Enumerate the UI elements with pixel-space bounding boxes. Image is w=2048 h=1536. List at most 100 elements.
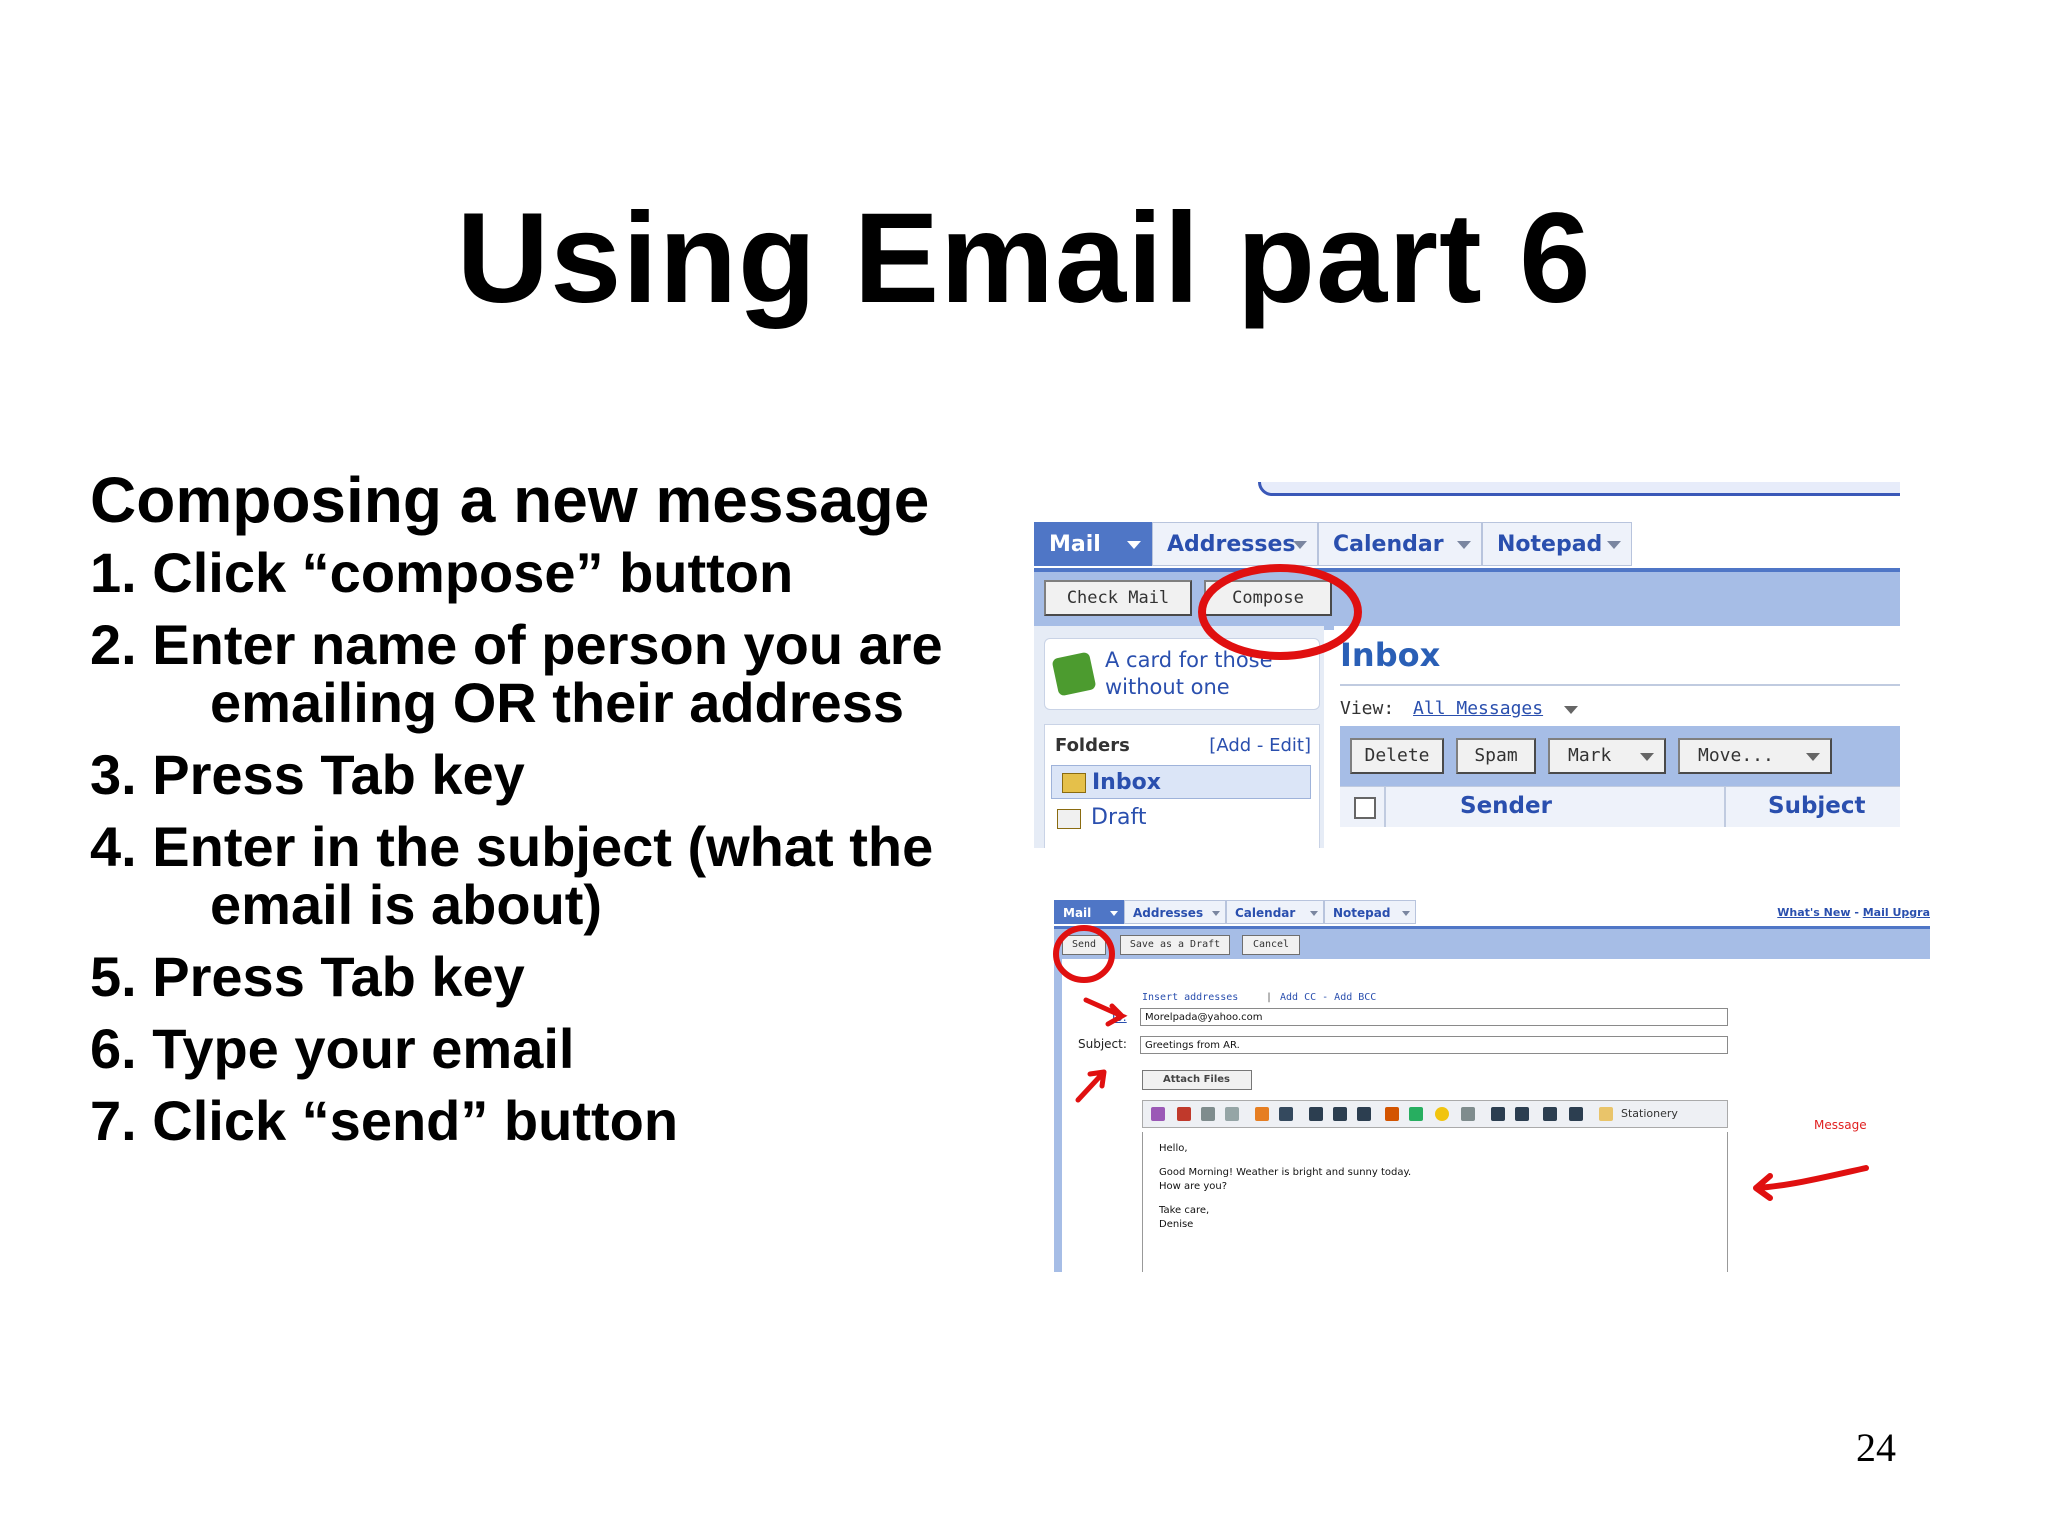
cut-icon[interactable] [1177,1107,1191,1121]
to-field[interactable]: Morelpada@yahoo.com [1140,1008,1728,1026]
steps-heading: Composing a new message [90,464,930,536]
step-text: Click “compose” button [152,541,794,604]
mark-button[interactable]: Mark [1548,738,1666,774]
step-text: Enter name of person you are [152,613,943,676]
highlight-icon[interactable] [1409,1107,1423,1121]
formatting-toolbar: Stationery [1142,1100,1728,1128]
check-mail-button[interactable]: Check Mail [1044,580,1192,616]
folder-inbox[interactable]: Inbox [1051,765,1311,799]
folder-icon [1062,773,1086,793]
tab-label: Mail [1049,532,1101,557]
chevron-down-icon [1457,541,1471,549]
message-body[interactable]: Hello, Good Morning! Weather is bright a… [1142,1132,1728,1272]
step-number: 5. [90,945,137,1008]
image-icon[interactable] [1461,1107,1475,1121]
indent-icon[interactable] [1569,1107,1583,1121]
left-rail [1054,959,1062,1272]
column-subject[interactable]: Subject [1768,793,1866,819]
folders-edit-link[interactable]: [Add - Edit] [1209,735,1311,756]
list-icon[interactable] [1515,1107,1529,1121]
step-item: 2. Enter name of person you are emailing … [90,616,1020,732]
to-label[interactable]: To: [1110,1010,1127,1024]
message-label: Message [1814,1118,1867,1132]
step-item: 3. Press Tab key [90,746,1020,804]
body-line: Good Morning! Weather is bright and sunn… [1159,1167,1412,1178]
tab-addresses[interactable]: Addresses [1124,900,1226,924]
tab-addresses[interactable]: Addresses [1152,522,1318,566]
body-gap [1159,1194,1711,1204]
tab-label: Notepad [1333,906,1391,920]
tab-label: Mail [1063,906,1092,920]
message-actions-bar: Delete Spam Mark Move... [1340,726,1900,786]
tab-label: Calendar [1333,532,1444,557]
column-sender[interactable]: Sender [1460,793,1552,819]
step-item: 4. Enter in the subject (what the email i… [90,818,1020,934]
cancel-button[interactable]: Cancel [1242,935,1300,955]
save-draft-button[interactable]: Save as a Draft [1120,935,1230,955]
font-icon[interactable] [1255,1107,1269,1121]
chevron-down-icon [1127,541,1141,549]
tab-label: Notepad [1497,532,1603,557]
view-dropdown[interactable]: All Messages [1413,698,1543,719]
button-label: Mark [1568,745,1612,766]
message-column-header: Sender Subject [1340,786,1900,827]
tab-notepad[interactable]: Notepad [1324,900,1416,924]
page-number: 24 [1856,1425,1896,1470]
step-text: Click “send” button [152,1089,679,1152]
subject-field[interactable]: Greetings from AR. [1140,1036,1728,1054]
mail-toolbar: Check Mail Compose [1034,568,1900,630]
outdent-icon[interactable] [1543,1107,1557,1121]
spam-button[interactable]: Spam [1456,738,1536,774]
folder-label: Draft [1091,805,1147,830]
column-separator [1384,787,1386,827]
italic-icon[interactable] [1333,1107,1347,1121]
attach-files-button[interactable]: Attach Files [1142,1070,1252,1090]
send-button[interactable]: Send [1062,935,1106,955]
add-cc-link[interactable]: Add CC - Add BCC [1280,992,1376,1003]
step-number: 7. [90,1089,137,1152]
step-item: 5. Press Tab key [90,948,1020,1006]
tab-notepad[interactable]: Notepad [1482,522,1632,566]
font-size-icon[interactable] [1279,1107,1293,1121]
body-line: How are you? [1159,1181,1228,1192]
paste-icon[interactable] [1225,1107,1239,1121]
promo-card[interactable]: A card for those without one [1044,638,1320,710]
align-icon[interactable] [1491,1107,1505,1121]
compose-button[interactable]: Compose [1204,580,1332,616]
tab-calendar[interactable]: Calendar [1318,522,1482,566]
move-button[interactable]: Move... [1678,738,1832,774]
tab-mail[interactable]: Mail [1054,900,1124,924]
spellcheck-icon[interactable] [1151,1107,1165,1121]
chevron-down-icon [1607,541,1621,549]
bold-icon[interactable] [1309,1107,1323,1121]
underline-icon[interactable] [1357,1107,1371,1121]
stationery-button[interactable]: Stationery [1621,1107,1678,1120]
whats-new-link[interactable]: What's New [1777,906,1850,919]
step-item: 1. Click “compose” button [90,544,1020,602]
tab-calendar[interactable]: Calendar [1226,900,1324,924]
subject-label: Subject: [1078,1037,1127,1051]
copy-icon[interactable] [1201,1107,1215,1121]
left-pane: A card for those without one Folders [Ad… [1034,626,1324,848]
body-line: Hello, [1159,1143,1188,1154]
emoticon-icon[interactable] [1435,1107,1449,1121]
body-line: Take care, [1159,1205,1210,1216]
header-links: What's New - Mail Upgra [1777,906,1930,919]
tab-label: Calendar [1235,906,1296,920]
inbox-screenshot: Mail Addresses Calendar Notepad Check Ma… [1034,482,1900,848]
tab-mail[interactable]: Mail [1034,522,1152,566]
body-gap [1159,1156,1711,1166]
mail-upgrade-link[interactable]: Mail Upgra [1863,906,1930,919]
step-number: 6. [90,1017,137,1080]
insert-addresses-link[interactable]: Insert addresses [1142,992,1238,1003]
text-color-icon[interactable] [1385,1107,1399,1121]
select-all-checkbox[interactable] [1354,797,1376,819]
delete-button[interactable]: Delete [1350,738,1444,774]
chevron-down-icon [1402,911,1410,916]
step-number: 2. [90,613,137,676]
promo-line: A card for those [1105,648,1273,672]
link-separator: | [1266,992,1273,1003]
stationery-icon[interactable] [1599,1107,1613,1121]
tab-label: Addresses [1167,532,1296,557]
folder-draft[interactable]: Draft [1057,805,1147,830]
